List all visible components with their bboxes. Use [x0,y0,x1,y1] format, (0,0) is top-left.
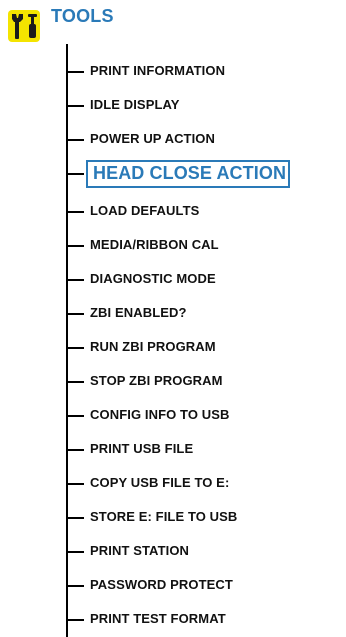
tree-connector [66,173,84,175]
menu-item-label: COPY USB FILE TO E: [90,475,230,490]
tree-connector [66,245,84,247]
tree-connector [66,347,84,349]
tree-connector [66,71,84,73]
tree-connector [66,139,84,141]
menu-item-label: CONFIG INFO TO USB [90,407,230,422]
menu-item-label: ZBI ENABLED? [90,305,187,320]
menu-tree: PRINT INFORMATION IDLE DISPLAY POWER UP … [0,0,346,637]
tree-connector [66,483,84,485]
menu-item-label: STOP ZBI PROGRAM [90,373,223,388]
tree-connector [66,585,84,587]
tree-connector [66,105,84,107]
tree-connector [66,415,84,417]
tree-connector [66,449,84,451]
tree-connector [66,551,84,553]
tree-connector [66,517,84,519]
menu-item-label: POWER UP ACTION [90,131,216,146]
menu-item-label: STORE E: FILE TO USB [90,509,238,524]
tree-connector [66,381,84,383]
menu-item-label: PRINT STATION [90,543,190,558]
menu-item-label: MEDIA/RIBBON CAL [90,237,219,252]
menu-item-label: DIAGNOSTIC MODE [90,271,216,286]
tree-connector [66,211,84,213]
menu-item-label: LOAD DEFAULTS [90,203,200,218]
tree-connector [66,619,84,621]
tree-connector [66,279,84,281]
menu-item-label-selected: HEAD CLOSE ACTION [86,160,291,188]
menu-item-label: PRINT TEST FORMAT [90,611,226,626]
menu-item-label: IDLE DISPLAY [90,97,180,112]
tree-connector [66,313,84,315]
menu-item-label: PRINT USB FILE [90,441,194,456]
menu-item-label: PRINT INFORMATION [90,63,226,78]
menu-item-label: RUN ZBI PROGRAM [90,339,216,354]
menu-item-label: PASSWORD PROTECT [90,577,233,592]
tree-vertical-line [66,44,68,637]
